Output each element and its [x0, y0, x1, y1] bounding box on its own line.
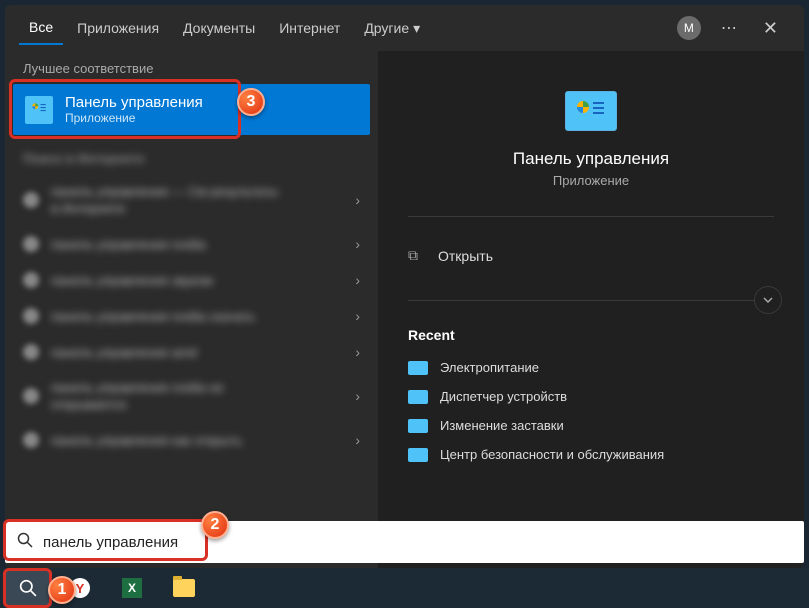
detail-subtitle: Приложение [408, 173, 774, 188]
results-panel: Лучшее соответствие Панель управления Пр… [5, 51, 378, 568]
blurred-results: Поиск в Интернете панель управления — См… [5, 135, 378, 462]
search-icon [17, 532, 33, 553]
result-subtitle: Приложение [65, 111, 203, 125]
recent-item[interactable]: Изменение заставки [408, 411, 774, 440]
more-options-icon[interactable]: ⋯ [711, 14, 747, 42]
filter-tabs: Все Приложения Документы Интернет Другие… [5, 5, 804, 51]
tab-all[interactable]: Все [19, 11, 63, 45]
control-panel-applet-icon [408, 361, 428, 375]
tab-apps[interactable]: Приложения [67, 12, 169, 44]
tab-documents[interactable]: Документы [173, 12, 265, 44]
divider [408, 216, 774, 217]
content-area: Лучшее соответствие Панель управления Пр… [5, 51, 804, 568]
tab-more[interactable]: Другие ▾ [354, 12, 430, 45]
annotation-marker-2: 2 [201, 511, 229, 539]
recent-item[interactable]: Электропитание [408, 353, 774, 382]
user-avatar[interactable]: М [677, 16, 701, 40]
taskbar-search-button[interactable] [6, 571, 50, 605]
taskbar-excel-button[interactable]: X [110, 571, 154, 605]
close-icon[interactable]: ✕ [751, 14, 790, 43]
tab-internet[interactable]: Интернет [269, 12, 350, 44]
control-panel-applet-icon [408, 390, 428, 404]
control-panel-icon-large [565, 91, 617, 131]
folder-icon [173, 579, 195, 597]
control-panel-applet-icon [408, 448, 428, 462]
best-match-result[interactable]: Панель управления Приложение [13, 84, 370, 135]
detail-title: Панель управления [408, 149, 774, 169]
bestmatch-label: Лучшее соответствие [5, 51, 378, 84]
expand-icon[interactable] [754, 286, 782, 314]
annotation-marker-1: 1 [48, 576, 76, 604]
chevron-down-icon: ▾ [413, 20, 420, 37]
recent-label: Recent [408, 327, 774, 343]
result-title: Панель управления [65, 94, 203, 111]
recent-item[interactable]: Центр безопасности и обслуживания [408, 440, 774, 469]
search-window: Все Приложения Документы Интернет Другие… [5, 5, 804, 568]
search-input[interactable] [43, 534, 792, 551]
taskbar: Y X [0, 568, 809, 608]
open-icon: ⧉ [408, 247, 424, 264]
detail-panel: Панель управления Приложение ⧉ Открыть R… [378, 51, 804, 568]
control-panel-icon [25, 96, 53, 124]
recent-item[interactable]: Диспетчер устройств [408, 382, 774, 411]
control-panel-applet-icon [408, 419, 428, 433]
open-action[interactable]: ⧉ Открыть [408, 239, 774, 272]
divider [408, 300, 774, 301]
annotation-marker-3: 3 [237, 88, 265, 116]
taskbar-explorer-button[interactable] [162, 571, 206, 605]
excel-icon: X [122, 578, 142, 598]
search-box[interactable] [5, 521, 804, 563]
